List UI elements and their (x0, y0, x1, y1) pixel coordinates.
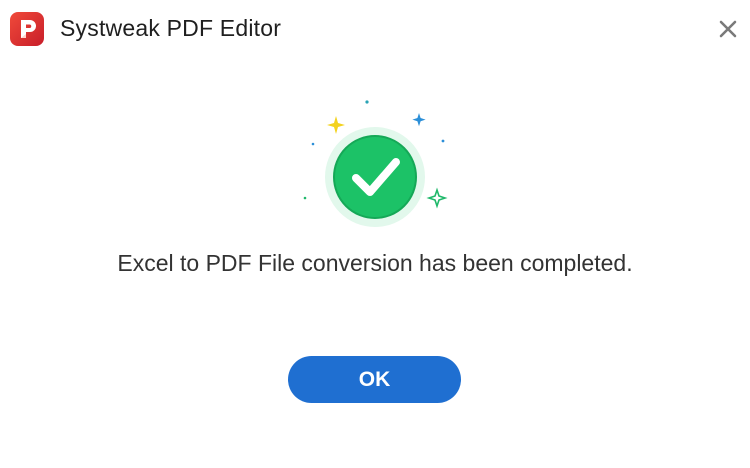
ok-button[interactable]: OK (288, 356, 461, 403)
conversion-complete-dialog: Systweak PDF Editor Excel to PDF File co… (0, 0, 750, 468)
close-button[interactable] (713, 14, 743, 44)
completion-message: Excel to PDF File conversion has been co… (117, 250, 633, 276)
sparkle-green-icon (426, 187, 448, 209)
app-title: Systweak PDF Editor (60, 15, 282, 41)
systweak-pdf-logo-icon (10, 12, 44, 46)
close-icon (719, 20, 737, 38)
success-check-icon (303, 100, 448, 227)
sparkle-yellow-icon (327, 116, 345, 134)
sparkle-blue-icon (412, 113, 426, 127)
title-bar: Systweak PDF Editor (0, 0, 750, 60)
